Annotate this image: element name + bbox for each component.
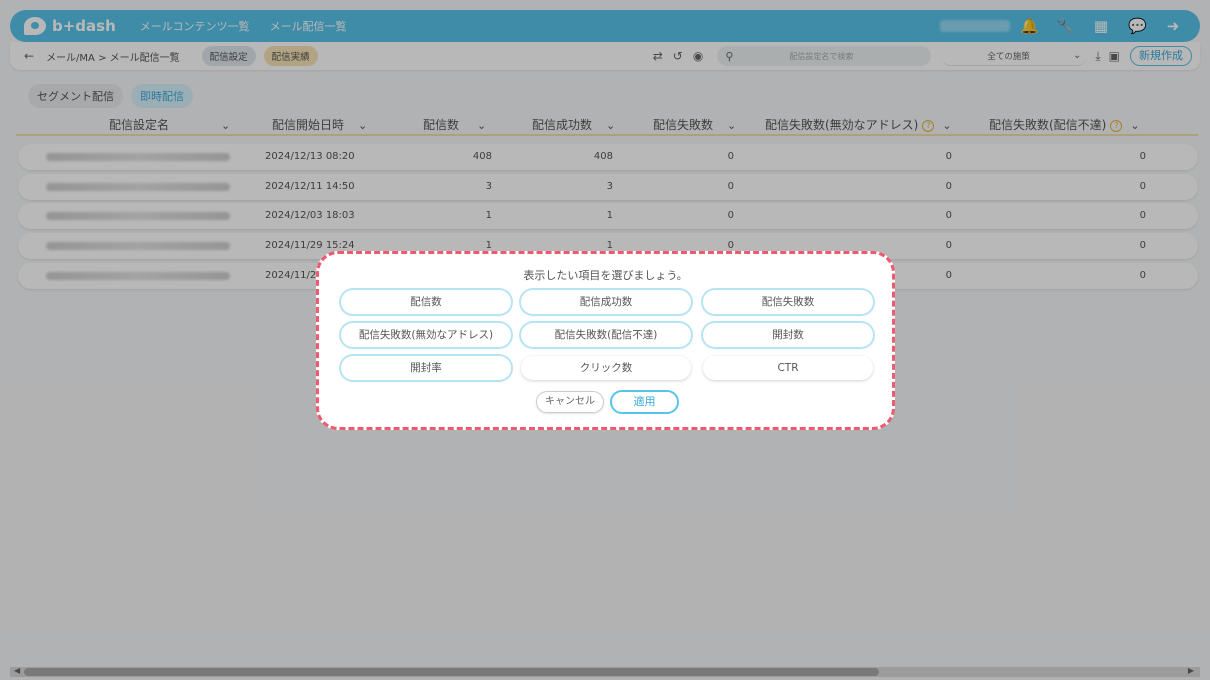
- dialog-title: 表示したい項目を選びましょう。: [523, 269, 688, 282]
- option-open-count[interactable]: 開封数: [703, 323, 873, 347]
- option-sent-count[interactable]: 配信数: [341, 290, 511, 314]
- cancel-button[interactable]: キャンセル: [536, 391, 604, 413]
- option-ctr[interactable]: CTR: [703, 356, 873, 380]
- apply-button[interactable]: 適用: [610, 390, 679, 414]
- option-fail-count[interactable]: 配信失敗数: [703, 290, 873, 314]
- option-fail-invalid-address[interactable]: 配信失敗数(無効なアドレス): [341, 323, 511, 347]
- option-click-count[interactable]: クリック数: [521, 356, 691, 380]
- option-fail-undelivered[interactable]: 配信失敗数(配信不達): [521, 323, 691, 347]
- option-open-rate[interactable]: 開封率: [341, 356, 511, 380]
- option-success-count[interactable]: 配信成功数: [521, 290, 691, 314]
- column-picker-dialog: 表示したい項目を選びましょう。 配信数 配信成功数 配信失敗数 配信失敗数(無効…: [316, 251, 895, 430]
